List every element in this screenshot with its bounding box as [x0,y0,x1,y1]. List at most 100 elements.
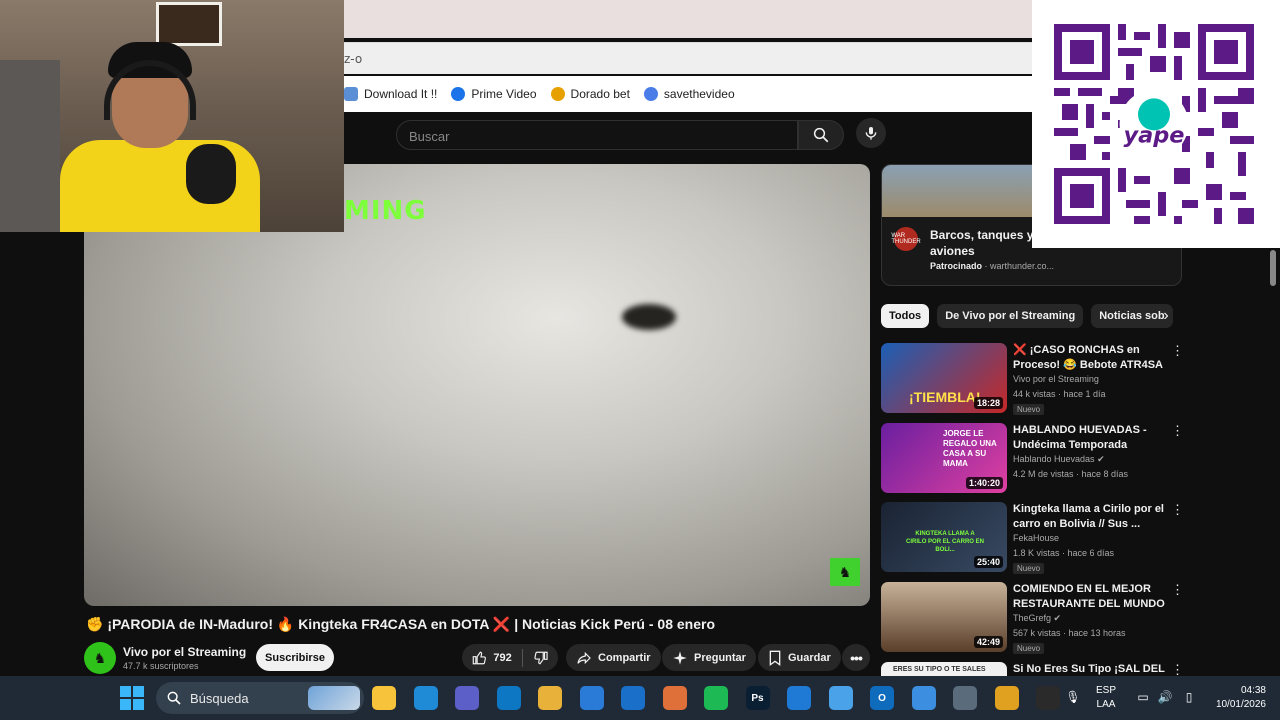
video-duration: 42:49 [973,636,1003,648]
new-badge: Nuevo [1013,563,1045,574]
windows-taskbar: Búsqueda ⌃ 🎙 ESPLAA ▭ 🔊 ▯ 04:3810/01/202… [0,676,1280,720]
share-button[interactable]: Compartir [566,644,661,671]
more-actions-button[interactable]: ••• [842,644,870,671]
recommendation-channel[interactable]: TheGrefg ✔ [1013,613,1061,624]
channel-avatar[interactable]: ♞ [84,642,116,674]
channel-watermark[interactable]: ♞ [830,558,860,586]
outlook-icon[interactable]: O [870,686,894,710]
recommendation-title[interactable]: ❌ ¡CASO RONCHAS en Proceso! 😂 Bebote ATR… [1013,343,1169,373]
windows-start-button[interactable] [120,686,144,710]
onedrive-icon[interactable] [787,686,811,710]
calculator-icon[interactable] [953,686,977,710]
search-button[interactable] [798,120,844,150]
search-icon [167,691,181,705]
volume-icon[interactable]: 🔊 [1156,688,1174,706]
voice-search-button[interactable] [856,118,886,148]
folder-icon[interactable] [538,686,562,710]
bookmark-download-it[interactable]: Download It !! [344,87,437,101]
recommendation-title[interactable]: Kingteka llama a Cirilo por el carro en … [1013,502,1169,532]
video-thumbnail[interactable]: ¡TIEMBLA! 18:28 [881,343,1007,413]
recommendation-item[interactable]: KINGTEKA LLAMA A CIRILO POR EL CARRO EN … [881,502,1184,574]
recommendation-item[interactable]: ERES SU TIPO O TE SALES Si No Eres Su Ti… [881,662,1181,676]
teams-icon[interactable] [455,686,479,710]
search-highlight-image [308,686,360,710]
chip-channel[interactable]: De Vivo por el Streaming [937,304,1084,328]
language-indicator[interactable]: ESP LAA [1096,684,1116,712]
video-duration: 25:40 [973,556,1003,568]
chevron-right-icon[interactable]: › [1156,306,1176,326]
webcam-overlay [0,0,344,232]
photoshop-icon[interactable]: Ps [745,686,770,710]
bookmark-savethevideo[interactable]: savethevideo [643,87,735,101]
taskbar-search[interactable]: Búsqueda [156,682,364,714]
video-thumbnail[interactable]: KINGTEKA LLAMA A CIRILO POR EL CARRO EN … [881,502,1007,572]
media-player-icon[interactable] [662,686,687,710]
recommendation-item[interactable]: JORGE LE REGALO UNA CASA A SU MAMA 1:40:… [881,423,1184,495]
video-thumbnail[interactable]: ERES SU TIPO O TE SALES [881,662,1007,676]
store-icon[interactable] [579,686,604,710]
more-vertical-icon[interactable]: ⋮ [1171,423,1184,439]
bookmark-prime-video[interactable]: Prime Video [451,87,537,101]
chrome-icon[interactable] [994,686,1019,710]
recommendation-title[interactable]: COMIENDO EN EL MEJOR RESTAURANTE DEL MUN… [1013,582,1169,612]
wall-painting [156,2,222,46]
search-input[interactable]: Buscar [396,120,798,150]
stream-overlay-text: MING [344,196,427,226]
sparkle-icon [673,650,687,665]
like-count[interactable]: 792 [493,652,511,664]
recommendation-channel[interactable]: FekaHouse [1013,533,1059,543]
obs-icon[interactable] [1036,686,1060,710]
more-vertical-icon[interactable]: ⋮ [1171,343,1184,359]
bookmark-dorado-bet[interactable]: Dorado bet [550,87,630,101]
chip-todos[interactable]: Todos [881,304,930,328]
subscribe-button[interactable]: Suscribirse [256,644,334,671]
channel-name[interactable]: Vivo por el Streaming [123,645,246,659]
network-icon[interactable]: ▭ [1134,688,1152,706]
recommendation-item[interactable]: ¡TIEMBLA! 18:28 ❌ ¡CASO RONCHAS en Proce… [881,343,1184,415]
edge-icon[interactable] [413,686,438,710]
recommendation-channel[interactable]: Hablando Huevadas ✔ [1013,454,1105,465]
dorado-icon [550,87,565,101]
video-frame-object [622,304,676,330]
youtube-header: Buscar [344,112,1032,160]
mail-icon[interactable] [621,686,645,710]
cloud-icon [344,87,358,101]
ask-button[interactable]: Preguntar [662,644,756,671]
chrome-edge-icon[interactable] [496,686,521,710]
microphone-icon[interactable]: 🎙 [1064,688,1082,706]
recommendation-title[interactable]: HABLANDO HUEVADAS - Undécima Temporada [… [1013,423,1169,453]
new-badge: Nuevo [1013,643,1045,654]
recommendation-item[interactable]: 42:49 COMIENDO EN EL MEJOR RESTAURANTE D… [881,582,1184,654]
page-scrollbar[interactable] [1268,250,1276,670]
battery-icon[interactable]: ▯ [1180,688,1198,706]
share-icon [577,651,591,664]
more-vertical-icon[interactable]: ⋮ [1171,662,1181,676]
qr-code-graphic: yape [1054,24,1254,224]
video-title: ✊ ¡PARODIA de IN-Maduro! 🔥 Kingteka FR4C… [86,616,716,632]
recommendation-channel[interactable]: Vivo por el Streaming [1013,374,1099,384]
recommendation-stats: 44 k vistas · hace 1 día [1013,389,1106,399]
thumbs-down-icon[interactable] [533,650,548,666]
notepad-icon[interactable] [828,686,853,710]
video-duration: 18:28 [973,397,1003,409]
address-bar[interactable]: z-o [344,42,1032,74]
save-button[interactable]: Guardar [758,644,841,671]
thumbs-up-icon[interactable] [472,650,487,666]
recommendation-title[interactable]: Si No Eres Su Tipo ¡SAL DEL [1013,662,1169,676]
more-vertical-icon[interactable]: ⋮ [1171,502,1184,518]
video-thumbnail[interactable]: 42:49 [881,582,1007,652]
microphone-icon [865,127,877,140]
file-explorer-icon[interactable] [372,686,396,710]
address-text: z-o [344,52,363,66]
search-icon [813,127,829,143]
scrollbar-thumb[interactable] [1270,250,1276,286]
bookmarks-bar: Download It !! Prime Video Dorado bet sa… [344,76,1032,112]
yape-qr-code: yape [1032,0,1280,248]
system-clock[interactable]: 04:38 10/01/2026 [1208,684,1266,712]
video-thumbnail[interactable]: JORGE LE REGALO UNA CASA A SU MAMA 1:40:… [881,423,1007,493]
more-vertical-icon[interactable]: ⋮ [1171,582,1184,598]
ad-title[interactable]: Barcos, tanques y aviones [930,227,1040,259]
calendar-icon[interactable] [911,686,936,710]
spotify-icon[interactable] [704,686,728,710]
like-dislike-group: 792 [462,644,558,671]
